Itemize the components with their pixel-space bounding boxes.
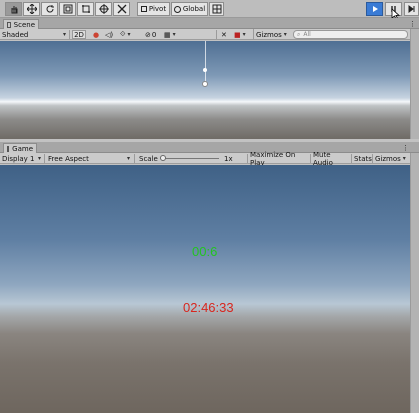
- grid-dropdown[interactable]: ▦: [162, 29, 184, 40]
- rect-icon: [81, 5, 90, 13]
- hand-icon: [11, 6, 17, 14]
- game-viewport[interactable]: 00:6 02:46:33: [0, 165, 410, 413]
- aspect-dropdown[interactable]: Free Aspect: [46, 153, 132, 164]
- rotate-icon: [46, 5, 54, 13]
- search-icon: ⌕: [297, 30, 301, 38]
- grid-snap-icon: [212, 4, 221, 14]
- gizmos-label: Gizmos: [256, 30, 282, 39]
- scene-menu-icon[interactable]: ⋮: [409, 20, 416, 28]
- eye-slash-icon: ⊘: [145, 30, 151, 39]
- scene-viewport[interactable]: [0, 41, 410, 139]
- transform-icon: [98, 4, 109, 14]
- rect-tool-button[interactable]: [77, 2, 94, 16]
- hidden-objects-toggle[interactable]: ⊘ 0: [143, 29, 161, 40]
- scene-search-input[interactable]: ⌕ All: [293, 30, 408, 39]
- custom-tool-button[interactable]: [113, 2, 130, 16]
- scene-toolbar-scrollbar[interactable]: [410, 29, 419, 41]
- global-toggle[interactable]: Global: [171, 2, 208, 16]
- scale-slider-track[interactable]: [161, 158, 219, 159]
- separator: [69, 30, 70, 39]
- transform-tool-button[interactable]: [95, 2, 112, 16]
- grid-icon: ▦: [164, 30, 171, 39]
- move-icon: [26, 4, 37, 14]
- play-icon: [372, 6, 378, 12]
- snap-settings-button[interactable]: [209, 2, 224, 16]
- globe-icon: [173, 5, 181, 13]
- tab-scene[interactable]: Scene: [3, 19, 39, 29]
- tab-game[interactable]: Game: [3, 143, 37, 153]
- separator: [134, 154, 135, 163]
- separator: [44, 154, 45, 163]
- lightbulb-icon: ●: [93, 30, 100, 39]
- effects-icon: ⟐: [120, 30, 126, 38]
- play-button[interactable]: [366, 2, 383, 16]
- game-menu-icon[interactable]: ⋮: [402, 144, 409, 152]
- pivot-toggle[interactable]: Pivot: [137, 2, 170, 16]
- shading-mode-dropdown[interactable]: Shaded: [0, 29, 68, 40]
- lighting-toggle[interactable]: ●: [91, 29, 101, 40]
- search-placeholder: All: [303, 31, 311, 38]
- audio-toggle[interactable]: ◁): [103, 29, 115, 40]
- scene-gizmo-handle[interactable]: [203, 68, 207, 72]
- scale-label: Scale: [139, 154, 158, 163]
- game-view-toolbar: Display 1 Free Aspect Scale 1x Maximize …: [0, 151, 410, 167]
- pivot-label: Pivot: [148, 5, 167, 13]
- game-gizmos-label: Gizmos: [375, 154, 401, 163]
- gizmos-dropdown[interactable]: Gizmos: [253, 29, 289, 40]
- scale-slider-handle[interactable]: [160, 155, 166, 161]
- speaker-icon: ◁): [105, 30, 114, 39]
- scene-scrollbar[interactable]: [410, 41, 419, 139]
- main-toolbar: Pivot Global: [0, 0, 419, 20]
- move-tool-button[interactable]: [23, 2, 40, 16]
- stats-label: Stats: [354, 154, 372, 163]
- 2d-label: 2D: [74, 30, 84, 39]
- display-label: Display 1: [2, 154, 35, 163]
- game-tab-strip: Game ⋮: [0, 142, 419, 153]
- game-scrollbar[interactable]: [410, 165, 419, 413]
- tools-toggle[interactable]: ✕: [219, 29, 231, 40]
- tab-game-label: Game: [12, 144, 33, 153]
- game-icon: [7, 145, 10, 152]
- custom-tool-icon: [117, 4, 126, 14]
- step-button[interactable]: [404, 2, 419, 16]
- camera-gizmo-icon[interactable]: [202, 81, 208, 87]
- global-label: Global: [182, 5, 206, 13]
- display-dropdown[interactable]: Display 1: [0, 153, 43, 164]
- game-gizmos-dropdown[interactable]: Gizmos: [373, 153, 410, 164]
- stats-toggle[interactable]: Stats: [352, 153, 372, 164]
- camera-icon: ■: [234, 30, 241, 39]
- shading-mode-label: Shaded: [2, 30, 29, 39]
- scale-tool-button[interactable]: [59, 2, 76, 16]
- scale-icon: [63, 4, 72, 14]
- mute-audio-toggle[interactable]: Mute Audio: [311, 151, 351, 167]
- red-timer-text: 02:46:33: [183, 300, 234, 315]
- scene-icon: [7, 21, 11, 28]
- rotate-tool-button[interactable]: [41, 2, 58, 16]
- maximize-on-play-toggle[interactable]: Maximize On Play: [248, 151, 310, 167]
- scene-tab-strip: Scene ⋮: [0, 18, 419, 29]
- pivot-icon: [140, 6, 147, 12]
- scale-value: 1x: [224, 154, 233, 163]
- game-toolbar-scrollbar[interactable]: [410, 153, 419, 165]
- green-timer-text: 00:6: [192, 244, 218, 259]
- aspect-label: Free Aspect: [48, 154, 89, 163]
- hidden-count: 0: [151, 30, 157, 39]
- tab-scene-label: Scene: [13, 20, 35, 29]
- separator: [216, 30, 217, 39]
- tools-icon: ✕: [221, 30, 227, 39]
- step-icon: [408, 5, 414, 13]
- hand-tool-button[interactable]: [5, 2, 22, 16]
- 2d-toggle[interactable]: 2D: [72, 30, 86, 39]
- scene-view-toolbar: Shaded 2D ● ◁) ⟐ ⊘ 0 ▦ ✕ ■ Gizmos: [0, 29, 410, 40]
- scene-gizmo-line: [205, 41, 206, 85]
- camera-dropdown[interactable]: ■: [232, 29, 252, 40]
- effects-dropdown[interactable]: ⟐: [118, 29, 140, 40]
